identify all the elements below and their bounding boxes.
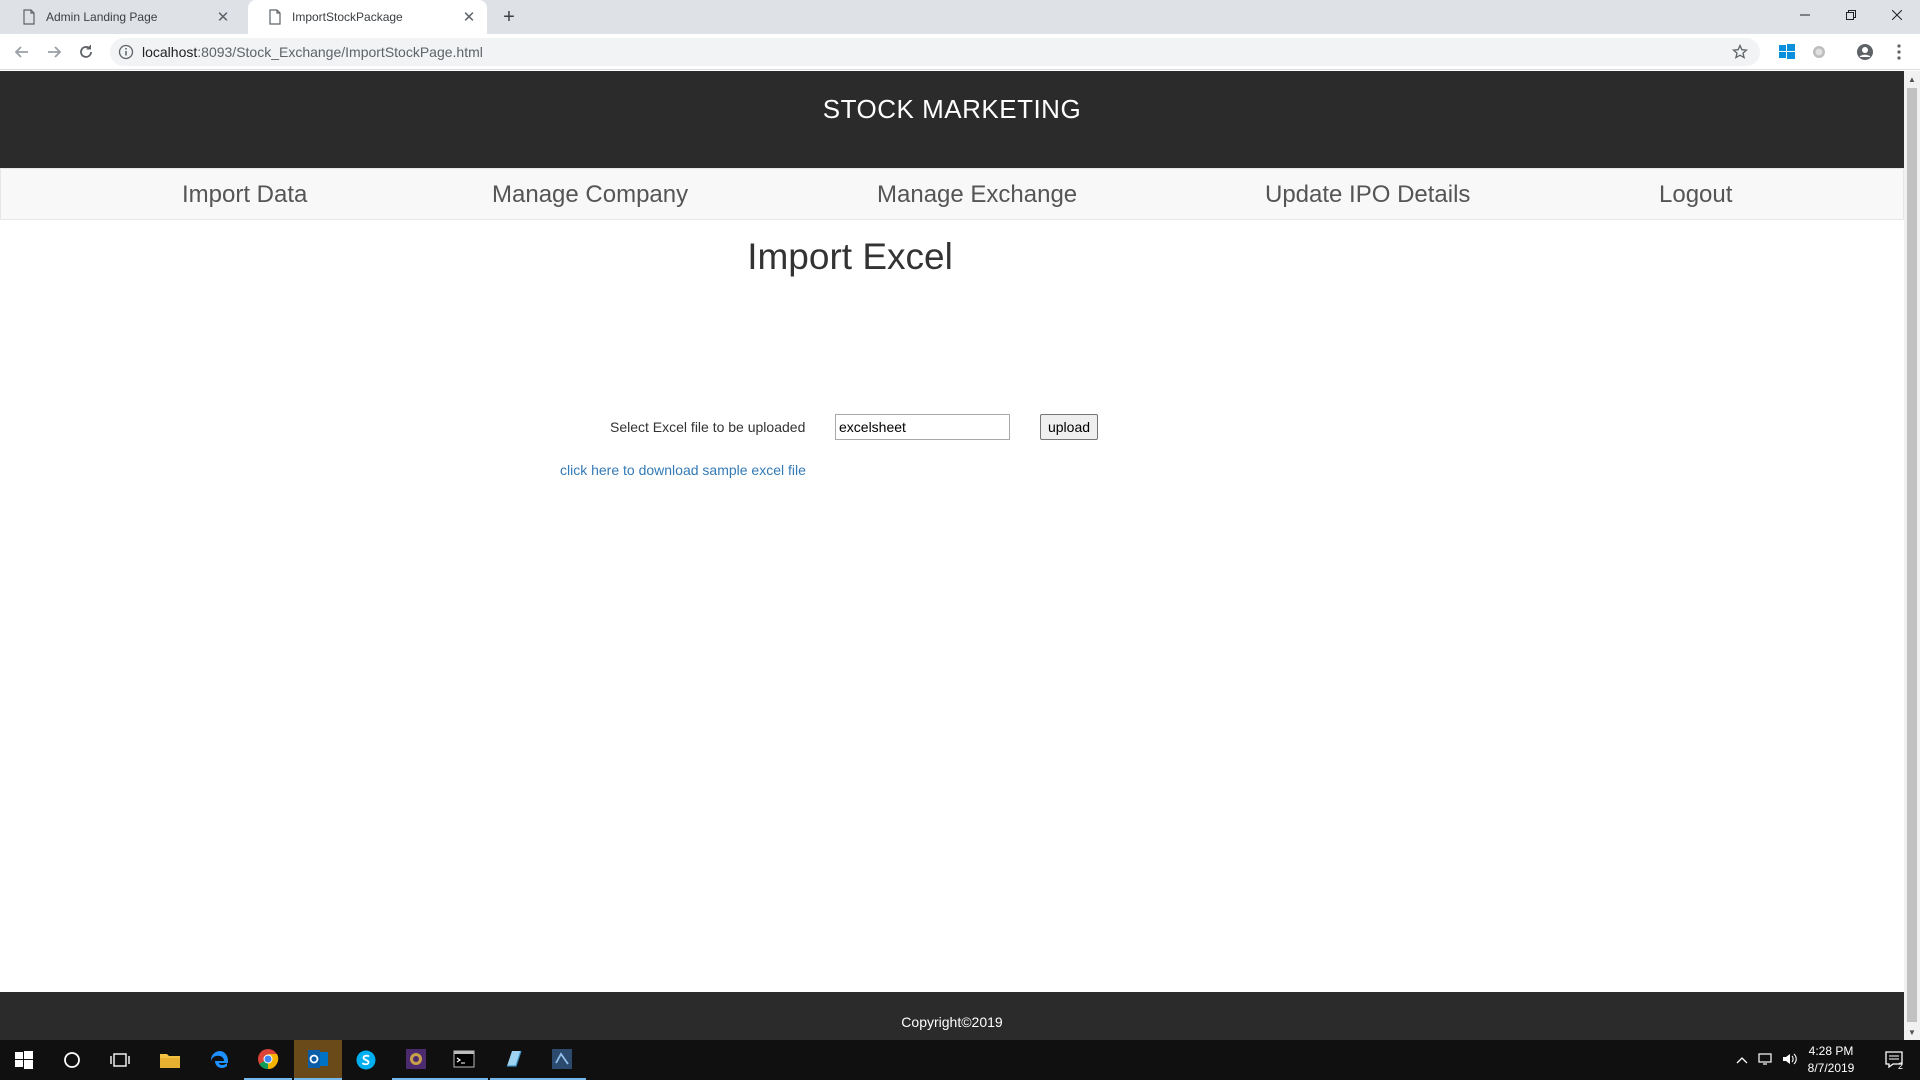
taskbar-chrome[interactable] [244, 1040, 292, 1080]
close-icon[interactable]: ✕ [215, 9, 231, 26]
edge-icon [210, 1050, 228, 1068]
taskbar-skype[interactable] [342, 1040, 390, 1080]
close-icon[interactable]: ✕ [461, 9, 477, 26]
page-icon [269, 9, 281, 25]
file-upload-label: Select Excel file to be uploaded [610, 419, 806, 435]
url-host: localhost [142, 44, 198, 60]
extension-icon[interactable] [1810, 43, 1828, 61]
nav-manage-exchange[interactable]: Manage Exchange [877, 169, 1077, 221]
vertical-scrollbar[interactable]: ▲ ▼ [1904, 71, 1920, 1040]
forward-button[interactable] [40, 38, 68, 66]
start-button[interactable] [0, 1040, 48, 1080]
page-title: Import Excel [747, 236, 953, 277]
site-footer: Copyright©2019 [0, 992, 1904, 1040]
address-bar[interactable]: localhost:8093/Stock_Exchange/ImportStoc… [110, 38, 1760, 66]
notepad-icon [507, 1050, 522, 1067]
windows-extension-icon[interactable] [1778, 43, 1796, 61]
taskbar-edge[interactable] [196, 1040, 244, 1080]
nav-update-ipo-details[interactable]: Update IPO Details [1265, 169, 1470, 221]
reload-icon [80, 45, 92, 58]
page-viewport: STOCK MARKETING Import Data Manage Compa… [0, 71, 1920, 1040]
browser-tab-strip: Admin Landing Page ✕ ImportStockPackage … [0, 0, 1920, 34]
page-icon [23, 9, 35, 25]
chrome-icon [258, 1049, 279, 1070]
skype-icon [356, 1050, 376, 1070]
close-window-button[interactable] [1874, 0, 1920, 30]
site-header: STOCK MARKETING [0, 71, 1904, 168]
back-button[interactable] [8, 38, 36, 66]
browser-toolbar: localhost:8093/Stock_Exchange/ImportStoc… [0, 34, 1920, 70]
scroll-up-arrow[interactable]: ▲ [1904, 71, 1920, 87]
windows-taskbar: 4:28 PM 8/7/2019 2 [0, 1040, 1920, 1080]
star-icon[interactable] [1732, 44, 1748, 60]
windows-logo-icon [15, 1051, 33, 1069]
download-sample-link[interactable]: click here to download sample excel file [560, 462, 806, 478]
restore-button[interactable] [1828, 0, 1874, 30]
system-tray [1736, 1040, 1798, 1080]
action-center-button[interactable]: 2 [1872, 1040, 1920, 1080]
tab-title: ImportStockPackage [292, 10, 403, 24]
menu-dots-icon[interactable] [1890, 43, 1908, 61]
clock-time: 4:28 PM [1808, 1044, 1854, 1058]
site-title: STOCK MARKETING [822, 94, 1082, 124]
account-icon[interactable] [1856, 43, 1874, 61]
taskbar-app[interactable] [392, 1040, 440, 1080]
page: STOCK MARKETING Import Data Manage Compa… [0, 71, 1904, 1040]
notification-count: 2 [1898, 1061, 1903, 1070]
task-view-button[interactable] [96, 1040, 144, 1080]
folder-icon [160, 1054, 180, 1068]
browser-tab[interactable]: Admin Landing Page ✕ [2, 0, 241, 34]
search-button[interactable] [48, 1040, 96, 1080]
close-icon [1892, 10, 1902, 20]
upload-button[interactable]: upload [1040, 414, 1098, 440]
taskbar-clock[interactable]: 4:28 PM 8/7/2019 [1796, 1043, 1866, 1077]
url-text: localhost:8093/Stock_Exchange/ImportStoc… [142, 44, 483, 60]
file-input[interactable] [835, 414, 1010, 440]
taskbar-notepad[interactable] [490, 1040, 538, 1080]
terminal-icon [453, 1050, 475, 1068]
chevron-up-icon[interactable] [1736, 1053, 1748, 1067]
minimize-button[interactable] [1782, 0, 1828, 30]
task-view-icon [110, 1053, 130, 1067]
info-icon[interactable] [118, 44, 134, 60]
reload-button[interactable] [72, 38, 100, 66]
browser-tab-active[interactable]: ImportStockPackage ✕ [248, 0, 487, 34]
nav-logout[interactable]: Logout [1659, 169, 1732, 221]
network-icon[interactable] [1758, 1052, 1774, 1069]
nav-manage-company[interactable]: Manage Company [492, 169, 688, 221]
main-nav: Import Data Manage Company Manage Exchan… [0, 168, 1904, 220]
outlook-icon [308, 1050, 328, 1068]
copyright-text: Copyright©2019 [901, 1014, 1003, 1030]
taskbar-ide[interactable] [538, 1040, 586, 1080]
ide-icon [552, 1049, 572, 1069]
arrow-left-icon [14, 46, 28, 58]
cortana-circle-icon [64, 1052, 80, 1068]
app-icon [406, 1049, 426, 1069]
scrollbar-thumb[interactable] [1907, 88, 1917, 1022]
scroll-down-arrow[interactable]: ▼ [1904, 1024, 1920, 1040]
minimize-icon [1800, 14, 1810, 16]
new-tab-button[interactable]: + [497, 5, 521, 29]
arrow-right-icon [48, 46, 62, 58]
url-path: :8093/Stock_Exchange/ImportStockPage.htm… [197, 44, 483, 60]
clock-date: 8/7/2019 [1807, 1061, 1855, 1075]
restore-icon [1846, 10, 1856, 20]
taskbar-terminal[interactable] [440, 1040, 488, 1080]
nav-import-data[interactable]: Import Data [182, 169, 307, 221]
tab-title: Admin Landing Page [46, 10, 158, 24]
taskbar-file-explorer[interactable] [146, 1040, 194, 1080]
taskbar-outlook[interactable] [294, 1040, 342, 1080]
notification-icon: 2 [1885, 1051, 1903, 1070]
